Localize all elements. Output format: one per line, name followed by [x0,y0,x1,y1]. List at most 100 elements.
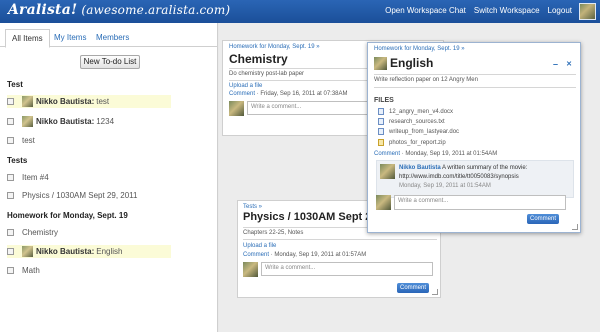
resize-handle[interactable] [432,289,438,295]
switch-workspace-link[interactable]: Switch Workspace [474,6,540,15]
checkbox[interactable] [7,192,14,199]
checkbox[interactable] [7,174,14,181]
comment-date: · Friday, Sep 16, 2011 at 07:38AM [256,91,348,97]
card-header: English [374,56,433,70]
checkbox[interactable] [7,137,14,144]
list-item[interactable]: Nikko Bautista: test [7,95,171,108]
card-description: Chapters 22-25, Notes [243,230,304,236]
comment-timestamp: Monday, Sep 19, 2011 at 01:54AM [399,183,491,189]
logout-link[interactable]: Logout [548,6,572,15]
item-owner: Nikko Bautista: [36,247,95,256]
file-item[interactable]: research_sources.txt [378,118,445,125]
comment-composer: Write a comment... [376,195,566,210]
comment-submit-button[interactable]: Comment [397,283,429,293]
zip-icon [378,139,384,146]
document-icon [378,128,384,135]
avatar [22,246,33,257]
avatar [22,116,33,127]
item-label: test [96,97,110,106]
files-heading: FILES [374,97,394,104]
list-item[interactable]: Nikko Bautista: English [7,245,171,258]
todo-card-english: Homework for Monday, Sept. 19 » English … [367,42,581,233]
comment-link[interactable]: Comment [374,151,400,157]
sidebar: All Items My Items Members New To-do Lis… [0,23,218,332]
comment-meta: Comment · Monday, Sep 19, 2011 at 01:54A… [374,151,497,157]
user-avatar[interactable] [579,3,596,20]
card-title: English [390,56,434,70]
open-workspace-chat-link[interactable]: Open Workspace Chat [385,6,466,15]
comment-submit-button[interactable]: Comment [527,214,559,224]
breadcrumb[interactable]: Homework for Monday, Sept. 19 » [229,44,320,50]
divider [243,239,437,240]
item-label: 1234 [96,117,115,126]
upload-file-link[interactable]: Upload a file [229,83,262,89]
file-name: 12_angry_men_v4.docx [389,108,454,115]
item-owner: Nikko Bautista: [36,97,95,106]
new-todo-list-button[interactable]: New To-do List [80,55,140,69]
comment-body: Nikko Bautista A written summary of the … [399,164,571,172]
checkbox[interactable] [7,229,14,236]
item-label: Item #4 [22,173,49,182]
list-item[interactable]: Nikko Bautista: 1234 [7,115,171,128]
comment-link[interactable]: Comment [243,252,269,258]
avatar [22,96,33,107]
tab-my-items[interactable]: My Items [48,29,92,47]
avatar [374,56,387,70]
card-title: Chemistry [229,52,288,66]
minimize-icon[interactable]: – [553,59,558,69]
comment-composer: Write a comment... [243,262,433,277]
file-name: photos_for_report.zip [389,139,446,146]
list-item[interactable]: Math [7,264,171,277]
checkbox[interactable] [7,118,14,125]
item-owner: Nikko Bautista: [36,117,95,126]
group-title-homework: Homework for Monday, Sept. 19 [7,211,128,220]
checkbox[interactable] [7,248,14,255]
resize-handle[interactable] [572,224,578,230]
group-title-tests: Tests [7,156,28,165]
file-item[interactable]: 12_angry_men_v4.docx [378,108,453,115]
sidebar-tabs: All Items My Items Members [0,29,218,48]
list-item[interactable]: Item #4 [7,171,171,184]
item-label: Chemistry [22,228,59,237]
item-label: Math [22,266,40,275]
avatar [243,262,258,277]
file-item[interactable]: photos_for_report.zip [378,139,446,146]
checkbox[interactable] [7,267,14,274]
comment-thread-item: Nikko Bautista A written summary of the … [376,160,574,198]
breadcrumb[interactable]: Homework for Monday, Sept. 19 » [374,46,465,52]
file-name: writeup_from_lastyear.doc [389,128,460,135]
divider [374,74,576,75]
comment-text: A written summary of the movie: [442,165,528,171]
breadcrumb[interactable]: Tests » [243,204,262,210]
list-item[interactable]: Chemistry [7,226,171,239]
comment-author[interactable]: Nikko Bautista [399,165,441,171]
checkbox[interactable] [7,98,14,105]
logo-text: Aralista! [8,2,78,18]
top-nav: Open Workspace Chat Switch Workspace Log… [385,6,572,15]
list-item[interactable]: test [7,134,171,147]
avatar [380,164,395,179]
comment-input[interactable]: Write a comment... [261,262,433,276]
comment-link[interactable]: Comment [229,91,255,97]
comment-url[interactable]: http://www.imdb.com/title/tt0050083/syno… [399,174,519,180]
close-icon[interactable]: ✕ [566,60,572,68]
comment-date: · Monday, Sep 19, 2011 at 01:57AM [270,252,367,258]
file-item[interactable]: writeup_from_lastyear.doc [378,128,459,135]
comment-date: · Monday, Sep 19, 2011 at 01:54AM [401,151,498,157]
comment-input[interactable]: Write a comment... [394,195,566,210]
avatar [229,101,244,116]
item-label: English [96,247,123,256]
upload-file-link[interactable]: Upload a file [243,243,276,249]
divider [374,87,576,88]
tab-all-items[interactable]: All Items [5,29,50,48]
list-item[interactable]: Physics / 1030AM Sept 29, 2011 [7,189,171,202]
avatar [376,195,391,210]
file-name: research_sources.txt [389,118,445,125]
card-description: Write reflection paper on 12 Angry Men [374,77,478,83]
document-icon [378,108,384,115]
app-logo[interactable]: Aralista! (awesome.aralista.com) [8,2,230,18]
group-title-test: Test [7,80,23,89]
document-icon [378,118,384,125]
top-bar: Aralista! (awesome.aralista.com) Open Wor… [0,0,600,23]
tab-members[interactable]: Members [90,29,135,47]
